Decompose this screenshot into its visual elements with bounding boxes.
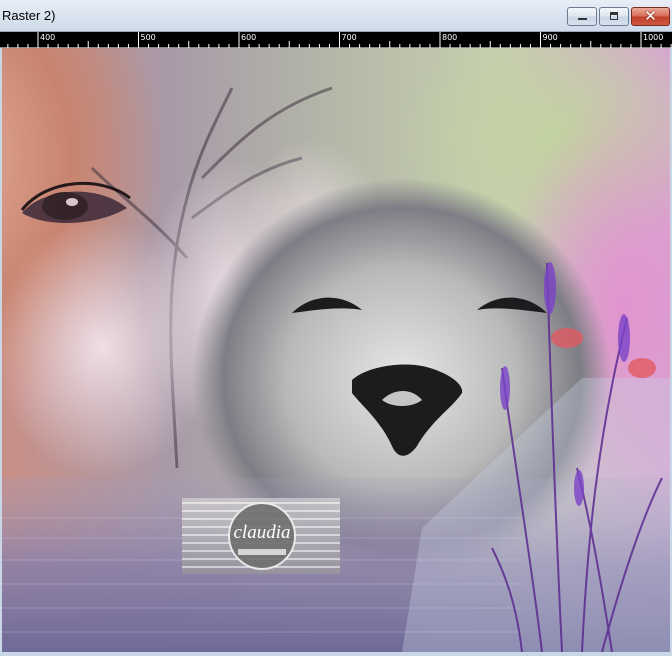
ruler-label: 900 (543, 33, 558, 42)
close-button[interactable]: ✕ (631, 7, 670, 26)
watermark-text: claudia (234, 522, 291, 543)
claudia-watermark: claudia (182, 498, 340, 574)
image-window: Raster 2) ✕ 400 500 600 700 800 900 1000 (0, 0, 672, 656)
ruler-label: 500 (141, 33, 156, 42)
minimize-button[interactable] (567, 7, 597, 26)
ruler-label: 800 (442, 33, 457, 42)
horizontal-ruler[interactable]: 400 500 600 700 800 900 1000 (0, 32, 672, 48)
title-bar[interactable]: Raster 2) ✕ (0, 0, 672, 32)
ruler-label: 400 (40, 33, 55, 42)
window-title: Raster 2) (2, 8, 56, 23)
maximize-button[interactable] (599, 7, 629, 26)
ruler-scale: 400 500 600 700 800 900 1000 (0, 32, 672, 48)
artwork: claudia (2, 48, 670, 652)
image-canvas[interactable]: claudia (2, 48, 670, 652)
window-border-bottom (0, 652, 672, 656)
ruler-label: 600 (241, 33, 256, 42)
ruler-label: 1000 (643, 33, 663, 42)
minimize-icon (578, 18, 587, 20)
ruler-label: 700 (342, 33, 357, 42)
maximize-icon (610, 12, 618, 20)
close-icon: ✕ (644, 7, 657, 25)
